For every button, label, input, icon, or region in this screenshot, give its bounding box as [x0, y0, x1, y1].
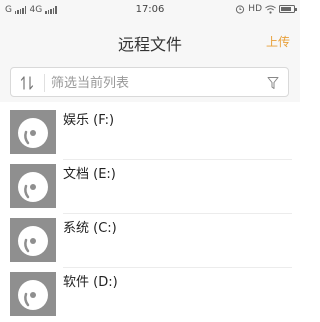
- list-item-drive-e[interactable]: 文档 (E:): [0, 160, 300, 214]
- disk-icon: [10, 218, 56, 262]
- list-item-drive-c[interactable]: 系统 (C:): [0, 214, 300, 268]
- status-right: HD: [235, 4, 297, 14]
- hd-label: HD: [248, 4, 262, 14]
- app-header: 远程文件 上传: [0, 20, 300, 62]
- disk-icon: [10, 272, 56, 316]
- page-title: 远程文件: [117, 35, 182, 54]
- filter-divider: [44, 74, 45, 92]
- filter-icon[interactable]: [267, 76, 279, 90]
- upload-button[interactable]: 上传: [266, 33, 290, 50]
- sort-icon[interactable]: [19, 75, 35, 91]
- drive-label: 娱乐 (F:): [63, 113, 115, 128]
- filter-input[interactable]: [51, 73, 251, 93]
- wifi-icon: [265, 5, 276, 14]
- filter-bar: [0, 62, 300, 102]
- battery-icon: [279, 5, 297, 13]
- status-bar: G 4G 17:06 HD: [0, 0, 300, 20]
- filter-box: [10, 67, 289, 97]
- list-item-drive-f[interactable]: 娱乐 (F:): [0, 106, 300, 160]
- disk-icon: [10, 164, 56, 208]
- drive-label: 文档 (E:): [63, 167, 116, 182]
- drive-list: 娱乐 (F:) 文档 (E:) 系统 (C:) 软件 (D:): [0, 106, 300, 322]
- drive-label: 系统 (C:): [63, 221, 117, 236]
- list-item-drive-d[interactable]: 软件 (D:): [0, 268, 300, 322]
- drive-label: 软件 (D:): [63, 275, 118, 290]
- disk-icon: [10, 110, 56, 154]
- alarm-icon: [236, 5, 245, 14]
